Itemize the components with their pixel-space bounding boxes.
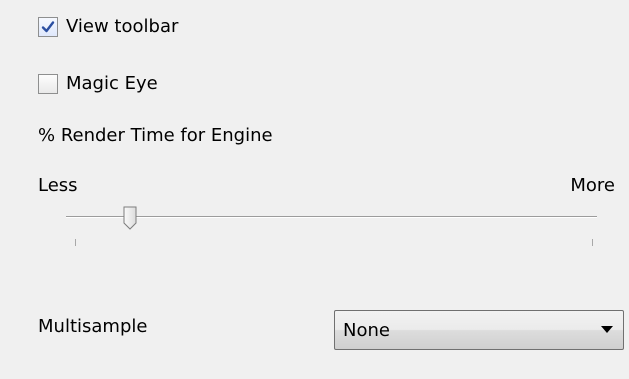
magic-eye-checkbox[interactable] bbox=[38, 74, 58, 94]
slider-track[interactable] bbox=[66, 216, 597, 218]
slider-max-label: More bbox=[570, 175, 615, 196]
multisample-selected-value: None bbox=[343, 319, 390, 341]
view-toolbar-label: View toolbar bbox=[66, 16, 179, 37]
slider-min-label: Less bbox=[38, 175, 78, 196]
chevron-down-icon[interactable] bbox=[601, 326, 613, 334]
check-icon bbox=[41, 21, 55, 33]
view-toolbar-checkbox[interactable] bbox=[38, 17, 58, 37]
magic-eye-checkbox-row[interactable]: Magic Eye bbox=[38, 73, 158, 95]
slider-tick-min bbox=[75, 239, 76, 246]
render-time-title: % Render Time for Engine bbox=[38, 125, 273, 146]
slider-tick-max bbox=[592, 239, 593, 246]
render-time-slider[interactable] bbox=[66, 202, 597, 252]
slider-thumb[interactable] bbox=[123, 206, 137, 230]
view-toolbar-checkbox-row[interactable]: View toolbar bbox=[38, 16, 178, 38]
multisample-dropdown[interactable]: None bbox=[334, 310, 624, 350]
multisample-label: Multisample bbox=[38, 316, 148, 337]
magic-eye-label: Magic Eye bbox=[66, 73, 158, 94]
